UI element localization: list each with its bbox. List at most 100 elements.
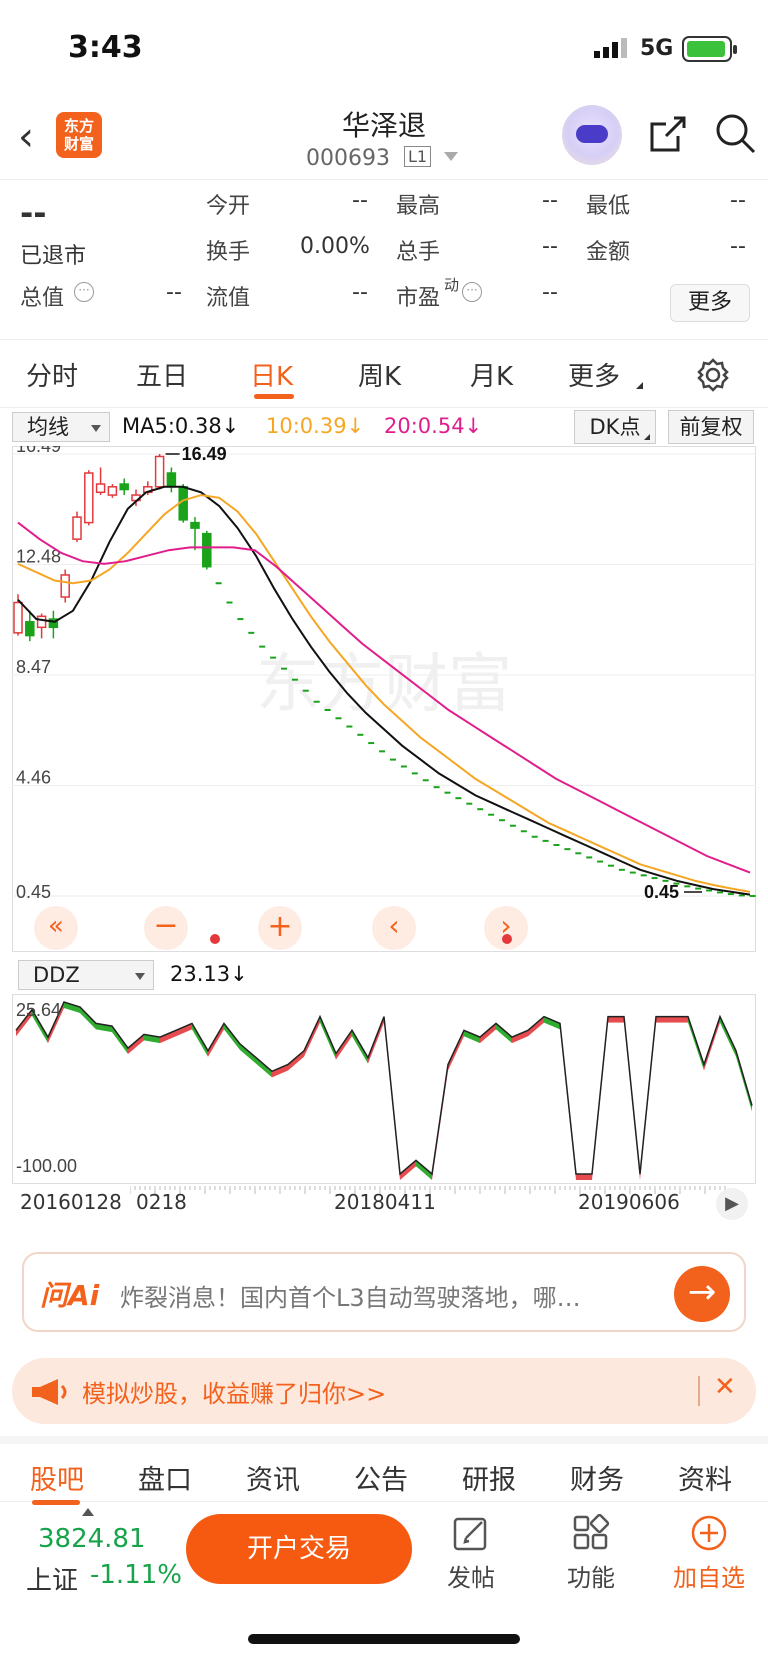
stock-code: 000693 — [306, 146, 390, 171]
ma-bar: 均线 MA5:0.38↓ 10:0.39↓ 20:0.54↓ DK点 前复权 — [0, 408, 768, 446]
gear-icon[interactable] — [696, 358, 730, 392]
candle-body — [190, 521, 200, 529]
pe-dynamic-sup: 动 — [444, 276, 460, 294]
tab-weekly-k[interactable]: 周K — [358, 356, 401, 393]
tab-daily-k[interactable]: 日K — [250, 356, 293, 393]
search-icon[interactable] — [714, 112, 758, 156]
float-cap-label: 流值 — [206, 286, 251, 311]
clock: 3:43 — [68, 30, 143, 65]
promo-banner[interactable]: 模拟炒股，收益赚了归你>> ✕ — [12, 1358, 756, 1424]
turnover-value: 0.00% — [300, 234, 370, 259]
tab-announcements[interactable]: 公告 — [354, 1458, 408, 1497]
ddz-segment — [656, 1016, 672, 1023]
candle-body — [13, 601, 23, 634]
max-marker: 16.49 — [165, 444, 227, 464]
level-badge: L1 — [404, 146, 432, 167]
info-icon[interactable]: ··· — [462, 282, 482, 302]
tab-forum[interactable]: 股吧 — [30, 1458, 84, 1497]
network-label: 5G — [640, 36, 674, 61]
post-button[interactable]: 发帖 — [426, 1514, 516, 1593]
index-change[interactable]: -1.11% — [90, 1560, 182, 1590]
tab-profile[interactable]: 资料 — [678, 1458, 732, 1497]
ma10-value: 10:0.39↓ — [266, 414, 365, 438]
share-icon[interactable] — [648, 114, 688, 154]
ddz-segment — [608, 1016, 624, 1023]
open-value: -- — [352, 188, 368, 213]
home-indicator — [248, 1634, 520, 1644]
y-tick-label: 4.46 — [16, 768, 51, 788]
indicator-select[interactable]: 均线 — [12, 412, 110, 442]
ddz-segment — [672, 1016, 688, 1023]
marker-dot — [210, 934, 220, 944]
tab-finance[interactable]: 财务 — [570, 1458, 624, 1497]
content-tabs: 股吧 盘口 资讯 公告 研报 财务 资料 — [0, 1436, 768, 1505]
zoom-in-icon[interactable]: + — [258, 906, 302, 950]
robot-avatar[interactable] — [562, 105, 622, 165]
low-value: -- — [730, 188, 746, 213]
corner-arrow-icon — [644, 434, 650, 440]
chevron-up-icon[interactable] — [82, 1508, 94, 1516]
battery-charging-icon — [682, 36, 737, 62]
y-axis-ticks: 16.4912.488.474.460.45 — [16, 436, 61, 902]
candlestick-chart[interactable]: 东方财富 16.49 12.48 8.47 4.46 0.45 16.49 0.45 «… — [12, 436, 756, 952]
candle-body — [72, 516, 82, 540]
y-tick-label: 8.47 — [16, 657, 51, 677]
candle-body — [119, 483, 129, 491]
ddz-segment — [64, 1002, 80, 1013]
ma20-value: 20:0.54↓ — [384, 414, 483, 438]
tab-orderbook[interactable]: 盘口 — [138, 1458, 192, 1497]
candle-body — [202, 532, 212, 568]
ma5-value: MA5:0.38↓ — [122, 414, 240, 438]
tab-five-day[interactable]: 五日 — [136, 356, 188, 393]
ai-search-bar[interactable]: 问Ai 炸裂消息！国内首个L3自动驾驶落地，哪… → — [22, 1252, 746, 1332]
index-value[interactable]: 3824.81 — [38, 1524, 146, 1554]
y-axis-ticks: 25.64 -100.00 — [16, 1000, 77, 1176]
date-axis: 20160128 0218 20180411 20190606 ▶ — [0, 1186, 768, 1226]
open-label: 今开 — [206, 194, 251, 219]
pe-value: -- — [542, 280, 558, 305]
zoom-out-icon[interactable]: − — [144, 906, 188, 950]
open-account-button[interactable]: 开户交易 — [186, 1514, 412, 1584]
candle-body — [25, 621, 35, 637]
turnover-label: 换手 — [206, 240, 251, 265]
ddz-chart[interactable]: 25.64 -100.00 — [12, 994, 756, 1184]
rewind-icon[interactable]: « — [34, 906, 78, 950]
add-watchlist-button[interactable]: 加自选 — [664, 1514, 754, 1593]
amount-label: 金额 — [586, 240, 631, 265]
function-button[interactable]: 功能 — [546, 1513, 636, 1593]
watermark: 东方财富 — [256, 648, 512, 720]
prev-icon[interactable]: ‹ — [372, 906, 416, 950]
tab-monthly-k[interactable]: 月K — [470, 356, 513, 393]
arrow-right-icon[interactable]: → — [674, 1266, 730, 1322]
tab-research[interactable]: 研报 — [462, 1458, 516, 1497]
period-tabs: 分时 五日 日K 周K 月K 更多 — [0, 340, 768, 408]
marker-dot — [502, 934, 512, 944]
max-label: 16.49 — [182, 446, 227, 464]
date-label: 20190606 — [578, 1190, 680, 1214]
amount-value: -- — [730, 234, 746, 259]
y-tick-label: 25.64 — [16, 1000, 61, 1020]
more-button[interactable]: 更多 — [670, 284, 750, 322]
divider — [698, 1376, 700, 1406]
index-name[interactable]: 上证 — [26, 1560, 78, 1597]
ai-prompt-text[interactable]: 炸裂消息！国内首个L3自动驾驶落地，哪… — [120, 1278, 581, 1313]
y-tick-label: 0.45 — [16, 882, 51, 902]
chevron-down-icon[interactable] — [444, 152, 458, 161]
close-icon[interactable]: ✕ — [714, 1372, 736, 1402]
corner-arrow-icon — [636, 382, 643, 389]
ddz-line — [15, 1001, 753, 1176]
play-icon[interactable]: ▶ — [716, 1188, 748, 1220]
tab-intraday[interactable]: 分时 — [26, 356, 78, 393]
high-label: 最高 — [396, 194, 441, 219]
promo-text[interactable]: 模拟炒股，收益赚了归你>> — [82, 1374, 386, 1409]
tab-more[interactable]: 更多 — [568, 356, 620, 393]
total-cap-label: 总值 — [20, 286, 65, 311]
ddz-select[interactable]: DDZ — [18, 960, 154, 990]
adjust-button[interactable]: 前复权 — [668, 410, 754, 444]
tab-news[interactable]: 资讯 — [246, 1458, 300, 1497]
quote-panel: -- 已退市 今开 -- 最高 -- 最低 -- 换手 0.00% 总手 -- … — [0, 182, 768, 340]
listing-status: 已退市 — [20, 244, 87, 269]
candle-body — [107, 486, 118, 496]
candle-body — [84, 472, 94, 524]
info-icon[interactable]: ··· — [74, 282, 94, 302]
